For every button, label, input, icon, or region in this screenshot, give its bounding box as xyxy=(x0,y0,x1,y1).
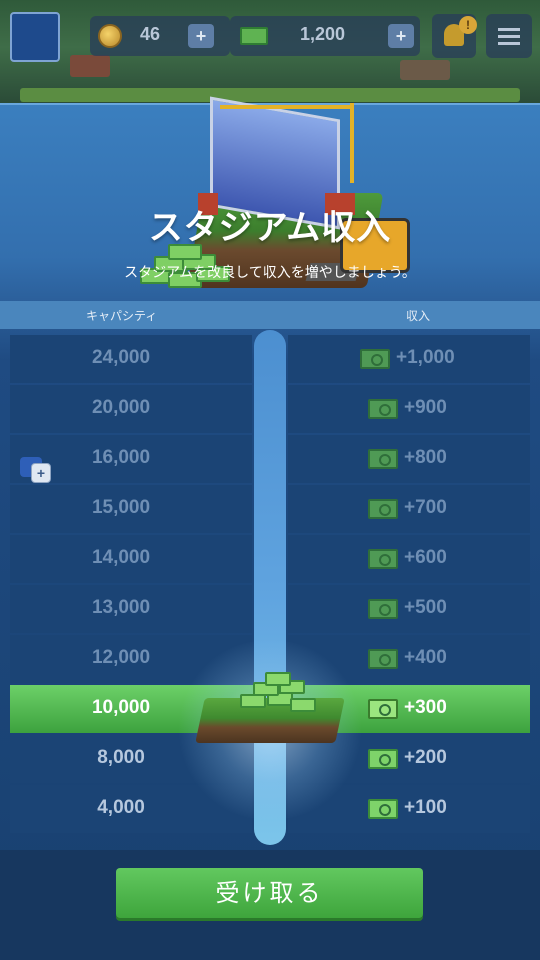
top-hud: 46 + 1,200 + ! xyxy=(0,0,540,70)
panel-title: スタジアム収入 xyxy=(148,208,392,248)
capacity-cell: 13,000 xyxy=(10,585,252,633)
cash-icon xyxy=(368,799,398,819)
cash-icon xyxy=(368,449,398,469)
income-value: +600 xyxy=(404,547,447,568)
column-header: キャパシティ 収入 xyxy=(0,301,540,329)
coin-icon xyxy=(98,24,122,48)
cash-counter: 1,200 + xyxy=(230,16,420,56)
capacity-value: 12,000 xyxy=(91,647,151,668)
coins-value: 46 xyxy=(140,24,161,44)
income-value: +200 xyxy=(404,747,447,768)
world-road xyxy=(20,88,520,102)
income-cell: +500 xyxy=(288,585,530,633)
plus-icon: + xyxy=(31,463,51,483)
crane-arm xyxy=(220,105,354,109)
current-level-marker xyxy=(195,670,345,750)
capacity-value: 24,000 xyxy=(91,347,151,368)
stadium-income-screen: 46 + 1,200 + ! スタジアム収入 スタジアムを改良して収入を増やしま… xyxy=(0,0,540,960)
income-cell: +900 xyxy=(288,385,530,433)
capacity-value: 13,000 xyxy=(91,597,151,618)
cash-icon xyxy=(360,349,390,369)
capacity-value: 15,000 xyxy=(91,497,151,518)
income-value: +400 xyxy=(404,647,447,668)
capacity-cell: 14,000 xyxy=(10,535,252,583)
cash-icon xyxy=(368,599,398,619)
capacity-upgrade-button[interactable]: + xyxy=(18,447,52,485)
capacity-value: 20,000 xyxy=(91,397,151,418)
claim-button[interactable]: 受け取る xyxy=(116,868,423,918)
cash-icon xyxy=(368,699,398,719)
income-value: +100 xyxy=(404,797,447,818)
income-cell: +1,000 xyxy=(288,335,530,383)
income-value: +500 xyxy=(404,597,447,618)
income-cell: +800 xyxy=(288,435,530,483)
menu-button[interactable] xyxy=(486,14,532,58)
income-cell: +700 xyxy=(288,485,530,533)
income-value: +1,000 xyxy=(396,347,455,368)
capacity-cell: 15,000 xyxy=(10,485,252,533)
cash-value: 1,200 xyxy=(300,24,346,44)
notification-badge: ! xyxy=(459,16,477,34)
cash-icon xyxy=(368,399,398,419)
income-value: +900 xyxy=(404,397,447,418)
income-value: +700 xyxy=(404,497,447,518)
notifications-button[interactable]: ! xyxy=(432,14,477,58)
capacity-value: 4,000 xyxy=(97,797,145,818)
income-value: +300 xyxy=(404,697,447,718)
coins-counter: 46 + xyxy=(90,16,230,56)
cash-icon xyxy=(240,27,268,45)
income-value: +800 xyxy=(404,447,447,468)
capacity-header: キャパシティ xyxy=(86,309,158,323)
buy-coins-button[interactable]: + xyxy=(188,24,214,48)
cash-icon xyxy=(368,549,398,569)
panel-subtitle: スタジアムを改良して収入を増やしましょう。 xyxy=(124,265,416,281)
income-header: 収入 xyxy=(406,309,431,323)
hamburger-icon xyxy=(498,42,520,45)
cash-icon xyxy=(368,749,398,769)
player-avatar[interactable] xyxy=(10,12,60,62)
hamburger-icon xyxy=(498,28,520,31)
capacity-cell: 24,000 xyxy=(10,335,252,383)
cash-icon xyxy=(368,499,398,519)
income-cell: +600 xyxy=(288,535,530,583)
buy-cash-button[interactable]: + xyxy=(388,24,414,48)
hamburger-icon xyxy=(498,35,520,38)
capacity-value: 14,000 xyxy=(91,547,151,568)
capacity-cell: 20,000 xyxy=(10,385,252,433)
cash-icon xyxy=(368,649,398,669)
crane-icon xyxy=(350,103,354,183)
